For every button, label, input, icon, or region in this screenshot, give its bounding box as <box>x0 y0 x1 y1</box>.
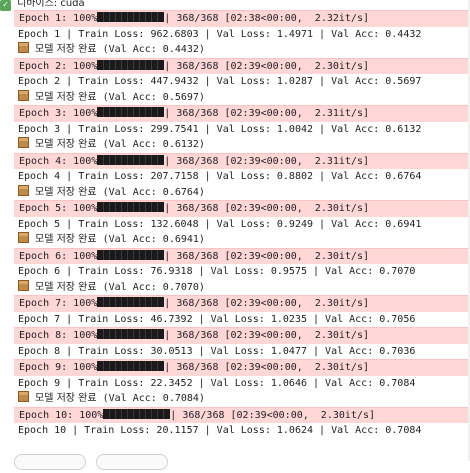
epoch-summary: Epoch 7 | Train Loss: 46.7392 | Val Loss… <box>18 313 416 325</box>
package-icon <box>18 42 29 53</box>
epoch-summary: Epoch 9 | Train Loss: 22.3452 | Val Loss… <box>18 377 416 389</box>
progress-label: Epoch 5: 100% <box>19 203 98 214</box>
epoch-summary: Epoch 8 | Train Loss: 30.0513 | Val Loss… <box>18 345 416 357</box>
model-saved-label: 모델 저장 완료 <box>35 44 97 55</box>
progress-bar <box>97 12 165 22</box>
progress-stats: | 368/368 [02:39<00:00, 2.30it/s] <box>164 298 369 309</box>
epoch-summary: Epoch 5 | Train Loss: 132.6048 | Val Los… <box>18 218 422 230</box>
progress-label: Epoch 8: 100% <box>19 330 98 341</box>
package-icon <box>18 89 29 101</box>
progress-stats: | 368/368 [02:39<00:00, 2.30it/s] <box>164 362 369 373</box>
progress-line: Epoch 9: 100% | 368/368 [02:39<00:00, 2.3… <box>14 359 468 376</box>
epoch-summary: Epoch 10 | Train Loss: 20.1157 | Val Los… <box>18 425 422 436</box>
progress-line: Epoch 2: 100% | 368/368 [02:39<00:00, 2.3… <box>14 57 468 74</box>
progress-line: Epoch 10: 100% | 368/368 [02:39<00:00, 2.… <box>14 406 468 423</box>
progress-bar <box>97 107 165 117</box>
epoch-summary: Epoch 6 | Train Loss: 76.9318 | Val Loss… <box>18 266 416 277</box>
code-button[interactable] <box>14 454 86 470</box>
check-icon: ✓ <box>0 0 11 11</box>
package-icon <box>18 184 29 196</box>
progress-stats: | 368/368 [02:38<00:00, 2.32it/s] <box>164 13 369 24</box>
progress-label: Epoch 9: 100% <box>19 362 98 373</box>
cell-output: ✓ 디바이스: cuda Epoch 1: 100% | 368/368 [02:3… <box>0 0 470 439</box>
progress-label: Epoch 6: 100% <box>19 250 98 262</box>
progress-label: Epoch 3: 100% <box>19 108 98 119</box>
package-icon <box>18 137 29 148</box>
model-saved-label: 모델 저장 완료 <box>35 139 97 150</box>
model-saved-line: 모델 저장 완료 (Val Acc: 0.4432) <box>0 42 470 58</box>
progress-stats: | 368/368 [02:39<00:00, 2.30it/s] <box>164 330 369 341</box>
model-saved-acc: (Val Acc: 0.6764) <box>102 186 205 198</box>
model-saved-label: 모델 저장 완료 <box>35 186 97 198</box>
progress-stats: | 368/368 [02:39<00:00, 2.30it/s] <box>164 60 369 72</box>
model-saved-line: 모델 저장 완료 (Val Acc: 0.6764) <box>0 184 470 201</box>
epoch-summary: Epoch 2 | Train Loss: 447.9432 | Val Los… <box>18 76 422 87</box>
progress-bar <box>97 361 165 371</box>
progress-bar <box>97 249 165 260</box>
model-saved-line: 모델 저장 완료 (Val Acc: 0.6941) <box>0 232 470 248</box>
progress-line: Epoch 4: 100% | 368/368 [02:39<00:00, 2.3… <box>14 152 468 169</box>
package-icon <box>18 391 29 402</box>
package-icon <box>18 279 29 291</box>
progress-line: Epoch 6: 100% | 368/368 [02:39<00:00, 2.3… <box>14 247 468 264</box>
model-saved-acc: (Val Acc: 0.6941) <box>102 234 205 245</box>
progress-stats: | 368/368 [02:39<00:00, 2.31it/s] <box>164 108 369 119</box>
progress-bar <box>97 59 165 70</box>
progress-stats: | 368/368 [02:39<00:00, 2.30it/s] <box>164 250 369 262</box>
progress-stats: | 368/368 [02:39<00:00, 2.31it/s] <box>164 155 369 167</box>
progress-bar <box>97 329 165 339</box>
progress-label: Epoch 4: 100% <box>19 155 98 167</box>
progress-line: Epoch 1: 100% | 368/368 [02:38<00:00, 2.3… <box>14 10 468 27</box>
model-saved-label: 모델 저장 완료 <box>35 393 97 404</box>
progress-stats: | 368/368 [02:39<00:00, 2.30it/s] <box>164 203 369 214</box>
model-saved-label: 모델 저장 완료 <box>35 91 97 103</box>
package-icon <box>18 232 29 243</box>
progress-line: Epoch 3: 100% | 368/368 [02:39<00:00, 2.3… <box>14 105 468 122</box>
progress-label: Epoch 7: 100% <box>19 298 98 309</box>
model-saved-acc: (Val Acc: 0.7084) <box>102 393 205 404</box>
progress-label: Epoch 1: 100% <box>19 13 98 24</box>
progress-stats: | 368/368 [02:39<00:00, 2.30it/s] <box>170 409 375 421</box>
epoch-log: Epoch 1: 100% | 368/368 [02:38<00:00, 2.3… <box>0 10 470 439</box>
model-saved-acc: (Val Acc: 0.4432) <box>102 44 205 55</box>
output-toolbar <box>14 454 172 473</box>
model-saved-line: 모델 저장 완료 (Val Acc: 0.7084) <box>0 391 470 407</box>
progress-label: Epoch 10: 100% <box>19 409 104 421</box>
model-saved-line: 모델 저장 완료 (Val Acc: 0.6132) <box>0 137 470 153</box>
epoch-summary: Epoch 4 | Train Loss: 207.7158 | Val Los… <box>18 171 422 182</box>
model-saved-line: 모델 저장 완료 (Val Acc: 0.5697) <box>0 89 470 106</box>
progress-line: Epoch 5: 100% | 368/368 [02:39<00:00, 2.3… <box>14 200 468 217</box>
model-saved-label: 모델 저장 완료 <box>35 234 97 245</box>
model-saved-label: 모델 저장 완료 <box>35 281 97 293</box>
device-line: ✓ 디바이스: cuda <box>0 0 470 11</box>
progress-line: Epoch 8: 100% | 368/368 [02:39<00:00, 2.3… <box>14 327 468 344</box>
epoch-summary: Epoch 1 | Train Loss: 962.6803 | Val Los… <box>18 28 422 40</box>
epoch-summary: Epoch 3 | Train Loss: 299.7541 | Val Los… <box>18 123 422 135</box>
progress-line: Epoch 7: 100% | 368/368 [02:39<00:00, 2.3… <box>14 295 468 312</box>
progress-bar <box>97 297 165 307</box>
progress-bar <box>103 408 171 419</box>
progress-bar <box>97 202 165 212</box>
model-saved-acc: (Val Acc: 0.5697) <box>102 91 205 103</box>
model-saved-line: 모델 저장 완료 (Val Acc: 0.7070) <box>0 279 470 296</box>
progress-bar <box>97 154 165 165</box>
markdown-button[interactable] <box>96 454 169 470</box>
device-text: 디바이스: cuda <box>17 0 85 9</box>
model-saved-acc: (Val Acc: 0.7070) <box>102 281 205 293</box>
model-saved-acc: (Val Acc: 0.6132) <box>102 139 205 150</box>
progress-label: Epoch 2: 100% <box>19 60 98 72</box>
